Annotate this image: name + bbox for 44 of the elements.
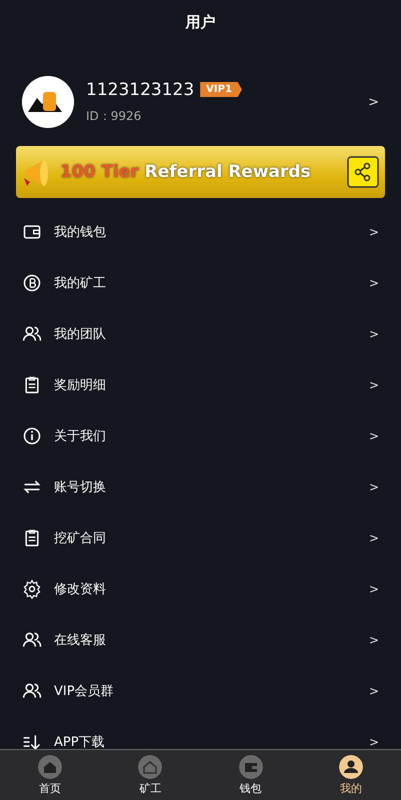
chevron-icon[interactable]: > <box>368 276 379 290</box>
vip-badge: VIP1 <box>200 82 242 97</box>
user-id: ID：9926 <box>86 108 142 124</box>
chevron-icon[interactable]: > <box>368 326 379 340</box>
menu-item[interactable]: 关于我们 <box>54 426 357 444</box>
chevron-icon[interactable]: > <box>368 94 379 110</box>
info-icon <box>22 426 42 446</box>
chevron-icon[interactable]: > <box>368 684 379 698</box>
menu-item[interactable]: 账号切换 <box>54 478 357 496</box>
people-icon <box>22 630 42 650</box>
page-title: 用户 <box>186 13 216 31</box>
menu-item[interactable]: 我的团队 <box>54 324 357 342</box>
menu-item[interactable]: 挖矿合同 <box>54 528 357 546</box>
chevron-icon[interactable]: > <box>368 378 379 392</box>
username: 1123123123 <box>86 80 194 100</box>
tab-item[interactable]: 我的 <box>300 750 401 800</box>
chevron-icon[interactable]: > <box>368 480 379 494</box>
gear-icon <box>22 578 42 598</box>
chevron-icon[interactable]: > <box>368 224 379 238</box>
menu-item[interactable]: 奖励明细 <box>54 376 357 394</box>
menu-item[interactable]: 在线客服 <box>54 630 357 648</box>
tab-item[interactable]: 矿工 <box>100 750 200 800</box>
people-icon <box>22 680 42 700</box>
tab-item[interactable]: 首页 <box>0 750 100 800</box>
chevron-icon[interactable]: > <box>368 734 379 748</box>
house-icon <box>138 754 162 778</box>
people-icon <box>22 324 42 344</box>
menu-item[interactable]: APP下载 <box>54 732 357 749</box>
chevron-icon[interactable]: > <box>368 428 379 442</box>
user-icon <box>338 754 363 778</box>
chevron-icon[interactable]: > <box>368 632 379 646</box>
wallet-icon <box>238 754 263 778</box>
home-icon <box>38 754 62 778</box>
share-icon[interactable] <box>347 156 379 188</box>
menu-item[interactable]: VIP会员群 <box>54 682 357 700</box>
coin-icon <box>22 272 42 292</box>
menu-item[interactable]: 修改资料 <box>54 580 357 598</box>
chevron-icon[interactable]: > <box>368 582 379 596</box>
chevron-icon[interactable]: > <box>368 530 379 544</box>
tab-item[interactable]: 钱包 <box>200 750 301 800</box>
menu-item[interactable]: 我的钱包 <box>54 222 357 240</box>
avatar-logo-icon <box>22 76 74 128</box>
banner-text: 100 Tier Referral Rewards <box>60 162 312 182</box>
menu-item[interactable]: 我的矿工 <box>54 274 357 292</box>
